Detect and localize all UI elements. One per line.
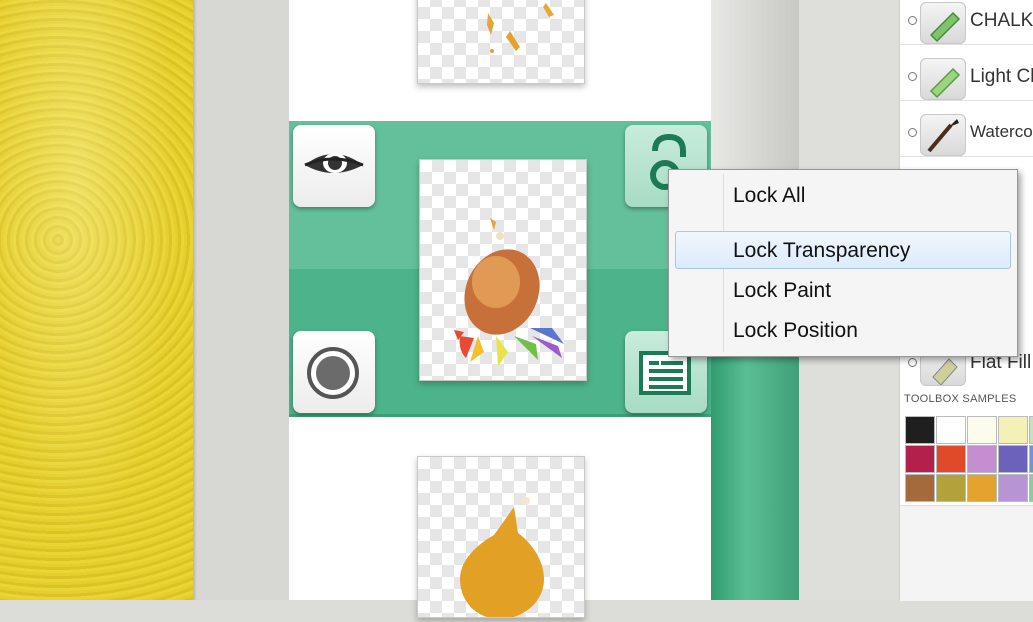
tool-label: CHALK- (970, 10, 1033, 31)
painting-canvas[interactable] (0, 0, 193, 600)
layer-thumbnail-top[interactable] (417, 0, 585, 84)
record-circle-icon (307, 347, 359, 399)
menu-item-lock-paint[interactable]: Lock Paint (733, 274, 831, 308)
layer-thumbnail-selected[interactable] (419, 159, 587, 381)
layer-thumbnail-art (454, 218, 564, 366)
color-swatch[interactable] (905, 416, 935, 444)
color-swatch[interactable] (998, 416, 1028, 444)
selected-layer-row[interactable] (289, 121, 711, 417)
color-swatch[interactable] (905, 474, 935, 502)
tool-label: Light Cl (970, 66, 1033, 87)
layer-blend-button[interactable] (293, 331, 375, 413)
color-swatch[interactable] (998, 445, 1028, 473)
brush-icon (920, 114, 966, 156)
color-swatch[interactable] (905, 445, 935, 473)
color-swatch[interactable] (936, 416, 966, 444)
tool-radio[interactable] (908, 128, 917, 137)
tool-radio[interactable] (908, 72, 917, 81)
color-swatch[interactable] (967, 416, 997, 444)
lock-context-menu: Lock All Lock Transparency Lock Paint Lo… (668, 169, 1018, 357)
tool-row-chalk[interactable]: CHALK- (900, 0, 1033, 45)
color-swatch[interactable] (1029, 445, 1033, 473)
menu-item-lock-position[interactable]: Lock Position (733, 314, 858, 348)
canvas-gutter (197, 0, 289, 600)
tool-radio[interactable] (908, 16, 917, 25)
chalk-icon (920, 58, 966, 100)
color-swatch[interactable] (998, 474, 1028, 502)
chalk-icon (920, 2, 966, 44)
menu-item-lock-transparency[interactable]: Lock Transparency (733, 234, 910, 268)
color-swatch[interactable] (967, 445, 997, 473)
tool-label: Waterco (970, 122, 1033, 141)
tool-row-light-chalk[interactable]: Light Cl (900, 56, 1033, 101)
eye-icon (304, 153, 364, 173)
color-swatch[interactable] (967, 474, 997, 502)
samples-title: TOOLBOX SAMPLES (904, 393, 1017, 405)
color-swatch[interactable] (1029, 474, 1033, 502)
color-swatch[interactable] (936, 445, 966, 473)
layer-thumbnail-art (487, 3, 554, 53)
layer-thumbnail-art (460, 497, 544, 619)
tool-row-watercolor[interactable]: Waterco (900, 112, 1033, 157)
tools-bottom-area (900, 505, 1033, 601)
color-swatch[interactable] (1029, 416, 1033, 444)
menu-item-lock-all[interactable]: Lock All (733, 179, 805, 213)
color-swatch[interactable] (936, 474, 966, 502)
tool-radio[interactable] (908, 358, 917, 367)
layer-thumbnail-bottom[interactable] (417, 456, 585, 619)
layer-visibility-button[interactable] (293, 125, 375, 207)
